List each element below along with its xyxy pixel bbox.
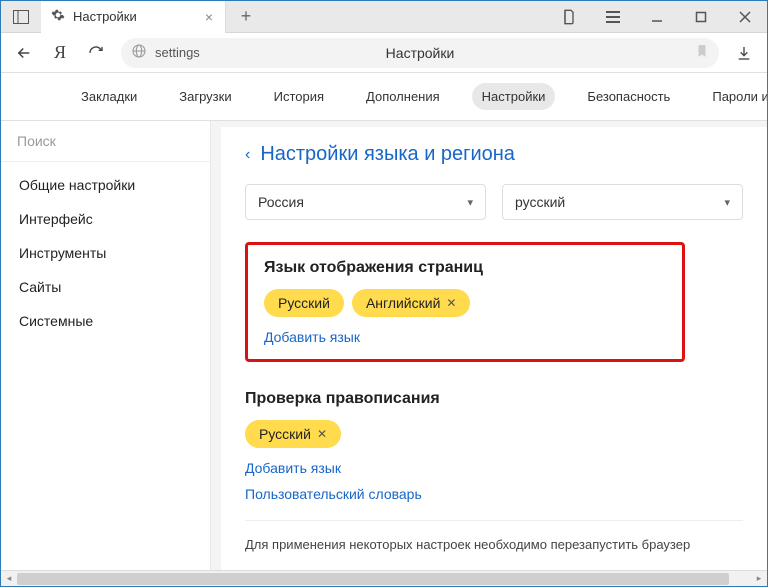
- lang-chip-russian[interactable]: Русский: [264, 289, 344, 317]
- new-tab-button[interactable]: +: [226, 6, 266, 27]
- sidebar-search: [1, 121, 210, 162]
- downloads-button[interactable]: [727, 36, 761, 70]
- nav-settings[interactable]: Настройки: [472, 83, 556, 110]
- nav-security[interactable]: Безопасность: [577, 83, 680, 110]
- nav-passwords[interactable]: Пароли и карты: [702, 83, 767, 110]
- nav-history[interactable]: История: [264, 83, 334, 110]
- sidebar-item-general[interactable]: Общие настройки: [1, 168, 210, 202]
- nav-addons[interactable]: Дополнения: [356, 83, 450, 110]
- tab-title: Настройки: [73, 9, 137, 24]
- chevron-left-icon: ‹: [245, 146, 250, 164]
- sidebar-toggle-icon[interactable]: [1, 1, 41, 33]
- settings-navbar: Закладки Загрузки История Дополнения Нас…: [1, 73, 767, 121]
- display-language-section: Язык отображения страниц Русский Английс…: [245, 242, 685, 362]
- region-select-value: Россия: [258, 194, 304, 210]
- close-icon[interactable]: ×: [203, 9, 215, 25]
- lang-chip-english[interactable]: Английский ✕: [352, 289, 471, 317]
- language-select-value: русский: [515, 194, 565, 210]
- horizontal-scrollbar[interactable]: ◂ ▸: [1, 570, 767, 586]
- chevron-down-icon: ▾: [467, 196, 473, 209]
- sidebar-item-system[interactable]: Системные: [1, 304, 210, 338]
- add-language-link[interactable]: Добавить язык: [264, 329, 666, 345]
- reader-mode-icon[interactable]: [547, 1, 591, 33]
- minimize-button[interactable]: [635, 1, 679, 33]
- chip-label: Английский: [366, 295, 440, 311]
- breadcrumb-title: Настройки языка и региона: [260, 143, 515, 166]
- spellcheck-section: Проверка правописания Русский ✕ Добавить…: [245, 390, 743, 502]
- language-select[interactable]: русский ▾: [502, 184, 743, 220]
- spell-chip-russian[interactable]: Русский ✕: [245, 420, 341, 448]
- chip-label: Русский: [259, 426, 311, 442]
- remove-icon[interactable]: ✕: [446, 296, 456, 310]
- display-language-heading: Язык отображения страниц: [264, 259, 666, 277]
- main-area: Общие настройки Интерфейс Инструменты Са…: [1, 121, 767, 570]
- nav-downloads[interactable]: Загрузки: [169, 83, 241, 110]
- browser-window: Настройки × + Я: [0, 0, 768, 587]
- back-button[interactable]: [7, 36, 41, 70]
- chevron-down-icon: ▾: [724, 196, 730, 209]
- titlebar-right: [547, 1, 767, 32]
- yandex-home-button[interactable]: Я: [43, 36, 77, 70]
- user-dictionary-link[interactable]: Пользовательский словарь: [245, 486, 743, 502]
- close-button[interactable]: [723, 1, 767, 33]
- maximize-button[interactable]: [679, 1, 723, 33]
- gear-icon: [51, 8, 65, 25]
- region-language-row: Россия ▾ русский ▾: [245, 184, 743, 220]
- settings-content: ‹ Настройки языка и региона Россия ▾ рус…: [221, 127, 767, 570]
- spellcheck-heading: Проверка правописания: [245, 390, 743, 408]
- globe-icon: [131, 43, 147, 62]
- chip-label: Русский: [278, 295, 330, 311]
- reload-button[interactable]: [79, 36, 113, 70]
- browser-tab[interactable]: Настройки ×: [41, 1, 226, 33]
- menu-icon[interactable]: [591, 1, 635, 33]
- scroll-track[interactable]: [17, 571, 751, 587]
- scroll-left-button[interactable]: ◂: [1, 571, 17, 587]
- bookmark-icon[interactable]: [695, 43, 709, 62]
- titlebar: Настройки × +: [1, 1, 767, 33]
- scroll-thumb[interactable]: [17, 573, 729, 585]
- sidebar-item-interface[interactable]: Интерфейс: [1, 202, 210, 236]
- nav-bookmarks[interactable]: Закладки: [71, 83, 147, 110]
- toolbar: Я settings Настройки: [1, 33, 767, 73]
- restart-note: Для применения некоторых настроек необхо…: [245, 520, 743, 562]
- sidebar-items: Общие настройки Интерфейс Инструменты Са…: [1, 162, 210, 344]
- search-input[interactable]: [17, 133, 194, 149]
- region-select[interactable]: Россия ▾: [245, 184, 486, 220]
- add-spell-language-link[interactable]: Добавить язык: [245, 460, 743, 476]
- display-language-chips: Русский Английский ✕: [264, 289, 666, 317]
- remove-icon[interactable]: ✕: [317, 427, 327, 441]
- sidebar-item-sites[interactable]: Сайты: [1, 270, 210, 304]
- breadcrumb[interactable]: ‹ Настройки языка и региона: [245, 143, 743, 166]
- spellcheck-chips: Русский ✕: [245, 420, 743, 448]
- address-bar[interactable]: settings Настройки: [121, 38, 719, 68]
- titlebar-left: Настройки × +: [1, 1, 266, 32]
- sidebar-item-tools[interactable]: Инструменты: [1, 236, 210, 270]
- settings-sidebar: Общие настройки Интерфейс Инструменты Са…: [1, 121, 211, 570]
- url-text: settings: [155, 45, 200, 60]
- page-title-center: Настройки: [386, 45, 455, 61]
- scroll-right-button[interactable]: ▸: [751, 571, 767, 587]
